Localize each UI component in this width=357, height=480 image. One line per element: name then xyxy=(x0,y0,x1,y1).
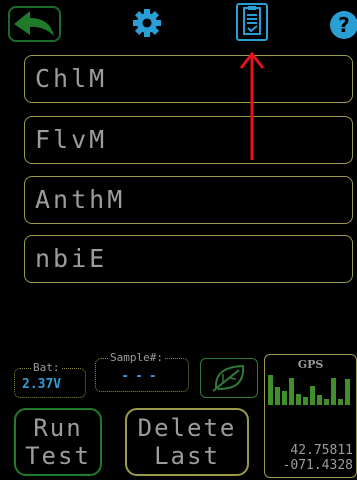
gps-signal-bar xyxy=(317,395,322,405)
sample-box: Sample#: --- xyxy=(95,352,189,392)
delete-last-line1: Delete xyxy=(137,414,237,442)
delete-last-button[interactable]: Delete Last xyxy=(125,408,249,476)
clipboard-check-icon xyxy=(243,6,261,35)
field-anthm[interactable]: AnthM xyxy=(24,176,353,224)
clipboard-button[interactable] xyxy=(236,3,268,41)
run-test-line2: Test xyxy=(25,442,91,470)
gps-signal-chart xyxy=(268,375,350,405)
gps-signal-bar xyxy=(296,394,301,405)
run-test-button[interactable]: Run Test xyxy=(14,408,102,476)
gps-signal-bar xyxy=(310,386,315,405)
battery-box: Bat: 2.37V xyxy=(14,362,86,398)
gps-title: GPS xyxy=(297,358,324,371)
gps-signal-bar xyxy=(289,378,294,405)
gps-signal-bar xyxy=(303,397,308,405)
help-button[interactable]: ? xyxy=(329,10,357,40)
sample-legend: Sample#: xyxy=(108,351,165,364)
battery-legend: Bat: xyxy=(31,361,62,374)
back-button[interactable] xyxy=(8,6,61,42)
leaf-button[interactable] xyxy=(200,358,258,398)
field-flvm[interactable]: FlvM xyxy=(24,116,353,164)
gps-signal-bar xyxy=(275,387,280,405)
gps-panel: GPS 42.75811 -071.4328 xyxy=(264,354,357,478)
gps-signal-bar xyxy=(324,399,329,405)
field-nbie[interactable]: nbiE xyxy=(24,235,353,283)
battery-value: 2.37V xyxy=(22,377,62,392)
delete-last-line2: Last xyxy=(154,442,220,470)
field-chlm[interactable]: ChlM xyxy=(24,55,353,103)
gps-signal-bar xyxy=(338,399,343,405)
svg-text:?: ? xyxy=(338,13,350,37)
question-mark-icon: ? xyxy=(330,11,357,39)
run-test-line1: Run xyxy=(33,414,83,442)
gps-signal-bar xyxy=(331,378,336,405)
settings-button[interactable] xyxy=(132,8,162,38)
gps-signal-bar xyxy=(345,379,350,405)
gear-icon xyxy=(133,9,161,37)
sample-value: --- xyxy=(121,369,163,384)
annotation-arrow xyxy=(239,51,265,160)
gps-signal-bar xyxy=(282,391,287,405)
gps-latitude: 42.75811 xyxy=(290,443,353,458)
gps-signal-bar xyxy=(268,375,273,405)
leaf-icon xyxy=(212,364,245,392)
back-arrow-icon xyxy=(14,11,54,36)
gps-longitude: -071.4328 xyxy=(282,458,353,473)
